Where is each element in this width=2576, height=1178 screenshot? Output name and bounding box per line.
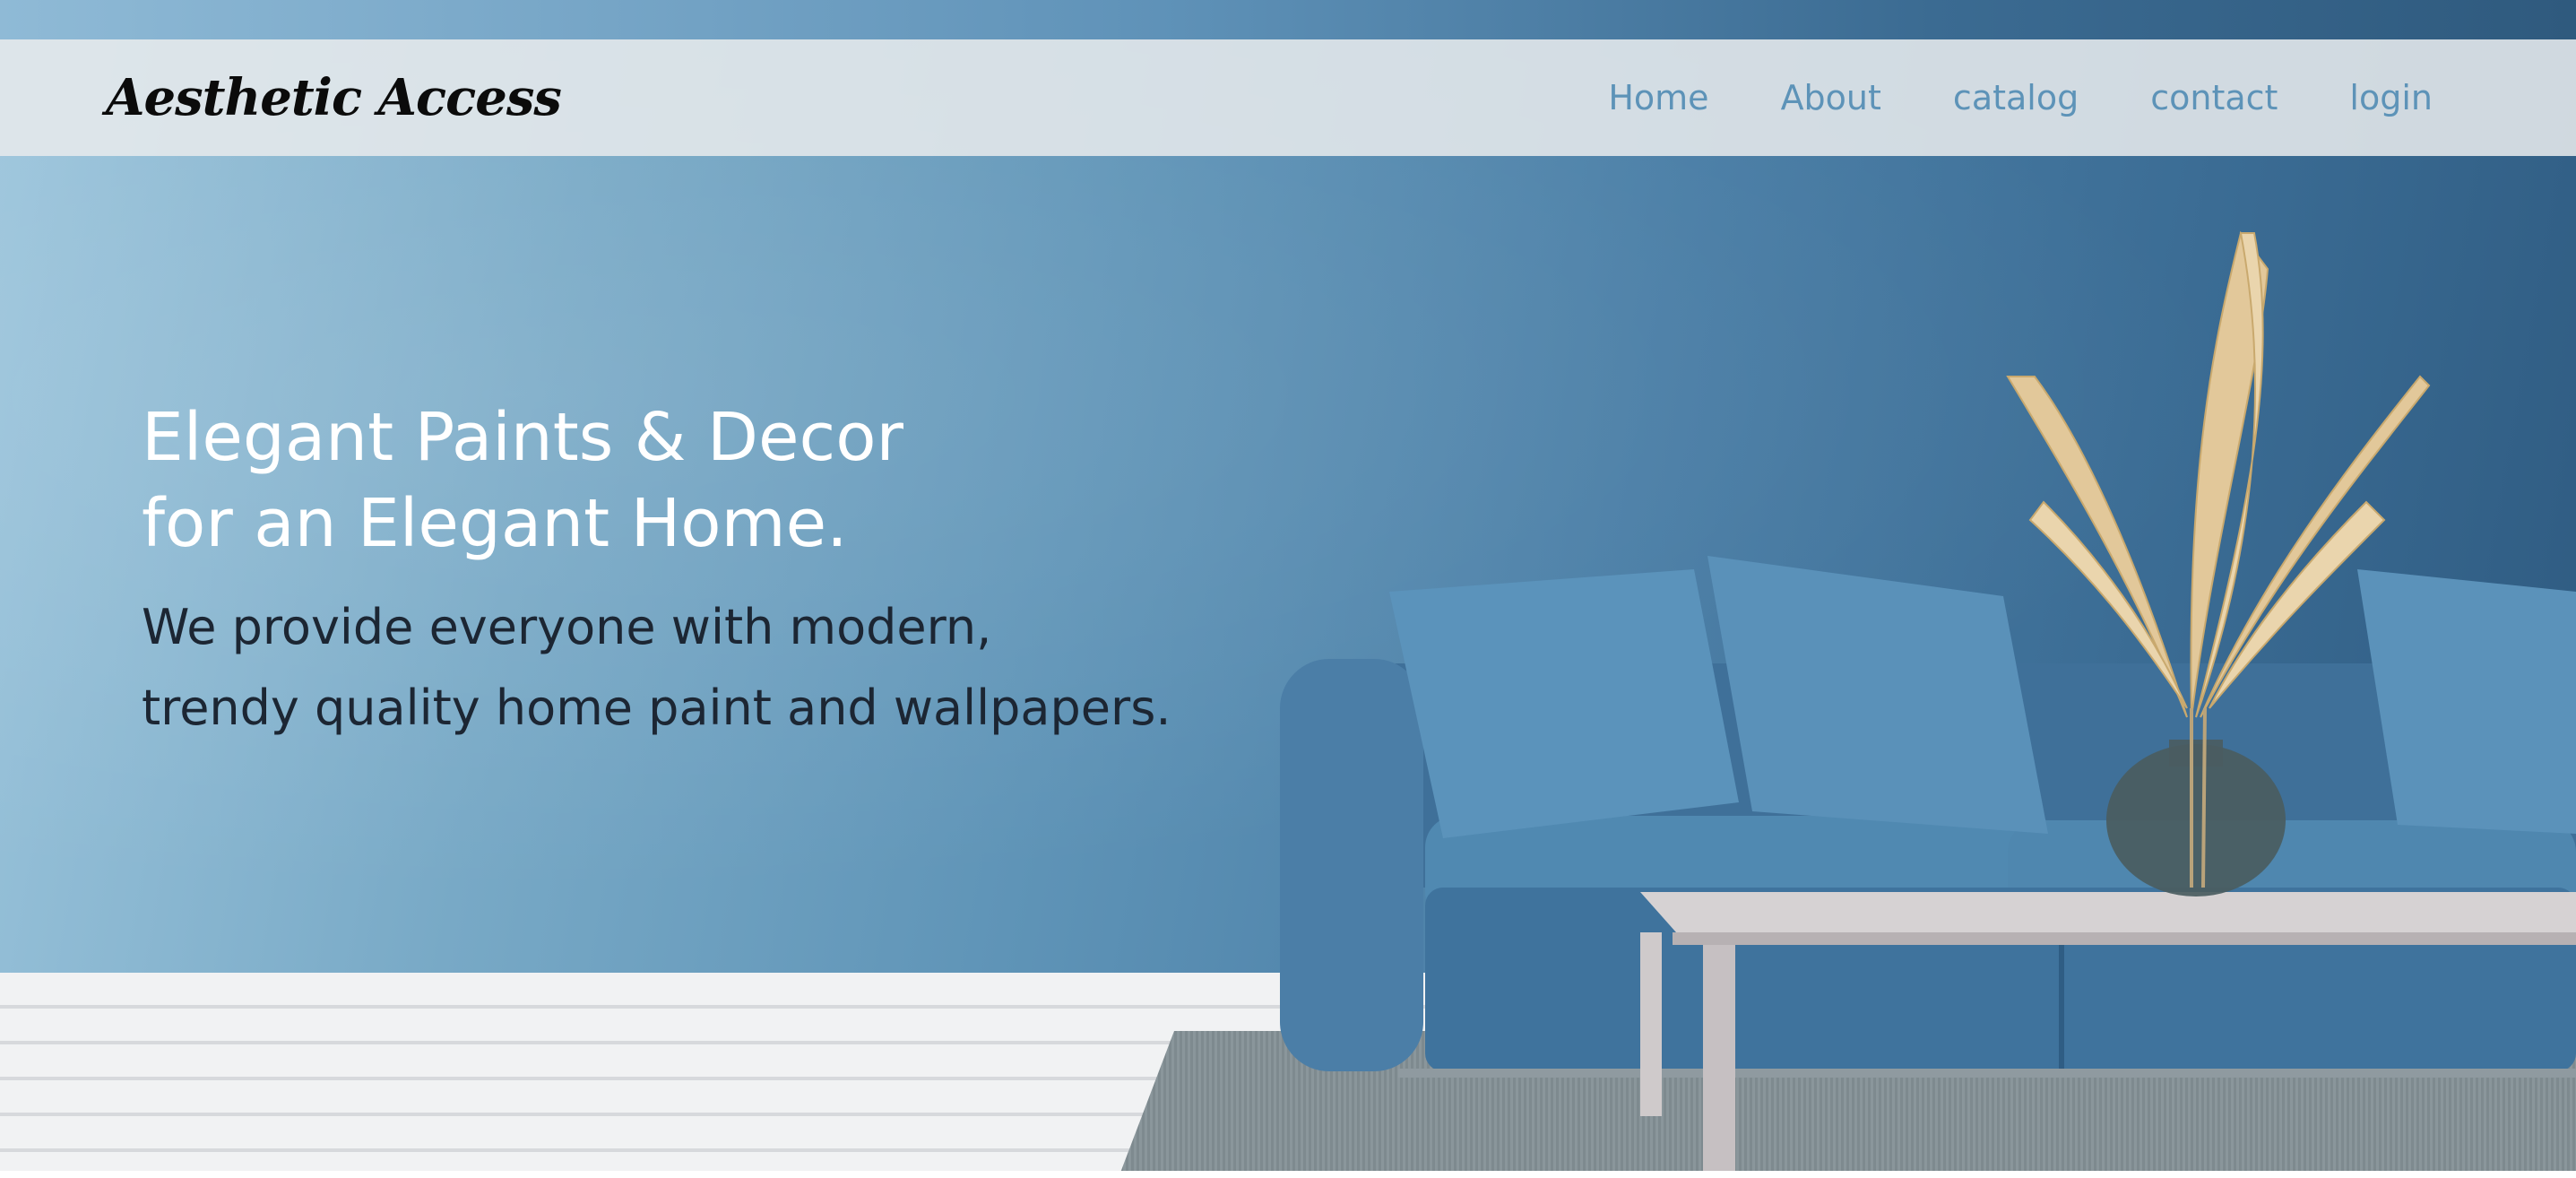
pillow <box>1707 556 2048 834</box>
hero-headline-line2: for an Elegant Home. <box>142 485 848 562</box>
hero-headline: Elegant Paints & Decor for an Elegant Ho… <box>142 394 1172 567</box>
nav-contact-link[interactable]: contact <box>2150 78 2278 117</box>
navbar: Aesthetic Access Home About catalog cont… <box>0 39 2576 156</box>
brand-logo[interactable]: Aesthetic Access <box>106 66 562 129</box>
nav-login-link[interactable]: login <box>2349 78 2433 117</box>
hero-subtext: We provide everyone with modern, trendy … <box>142 587 1307 749</box>
vase <box>2106 744 2286 896</box>
page-bottom-edge <box>0 1171 2576 1178</box>
pillow <box>1389 569 1739 838</box>
top-strip <box>0 0 2576 39</box>
hero-headline-line1: Elegant Paints & Decor <box>142 399 903 476</box>
hero-subtext-line2: trendy quality home paint and wallpapers… <box>142 680 1171 736</box>
coffee-table-top <box>1640 892 2576 932</box>
nav-catalog-link[interactable]: catalog <box>1953 78 2079 117</box>
nav-links: Home About catalog contact login <box>1608 39 2433 156</box>
nav-home-link[interactable]: Home <box>1608 78 1708 117</box>
nav-about-link[interactable]: About <box>1781 78 1881 117</box>
hero-subtext-line1: We provide everyone with modern, <box>142 599 992 655</box>
pampas-grass <box>2006 230 2431 718</box>
